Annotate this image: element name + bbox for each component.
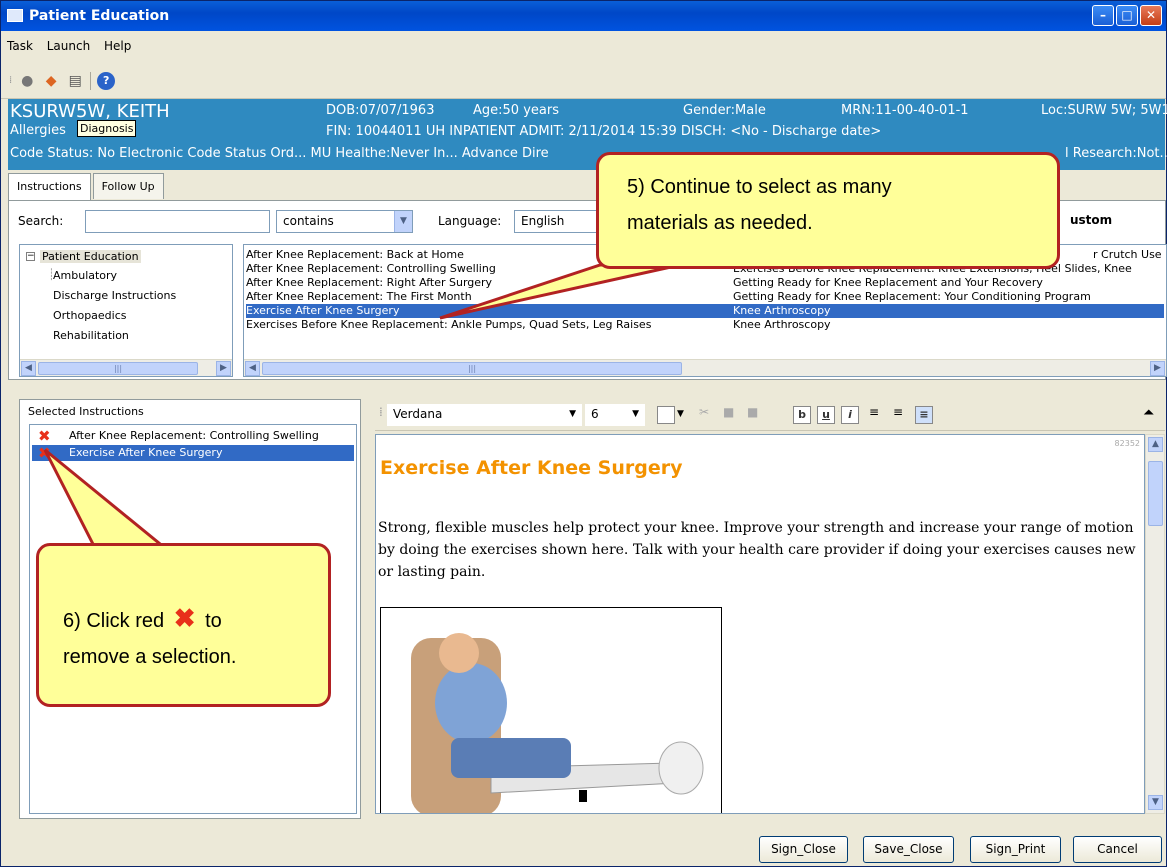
callout-step-5: 5) Continue to select as many materials … [596,152,1060,269]
callout-step-5-text: 5) Continue to select as many materials … [627,176,892,234]
callout-pointers [43,263,681,550]
callout-step-6-text-a: 6) Click red [63,610,165,632]
callout-step-6-text-c: remove a selection. [63,646,237,668]
red-x-icon: ✖ [173,603,196,633]
callout-step-6: 6) Click red ✖ to remove a selection. [36,543,331,707]
callout-step-6-text-b: to [205,610,222,632]
